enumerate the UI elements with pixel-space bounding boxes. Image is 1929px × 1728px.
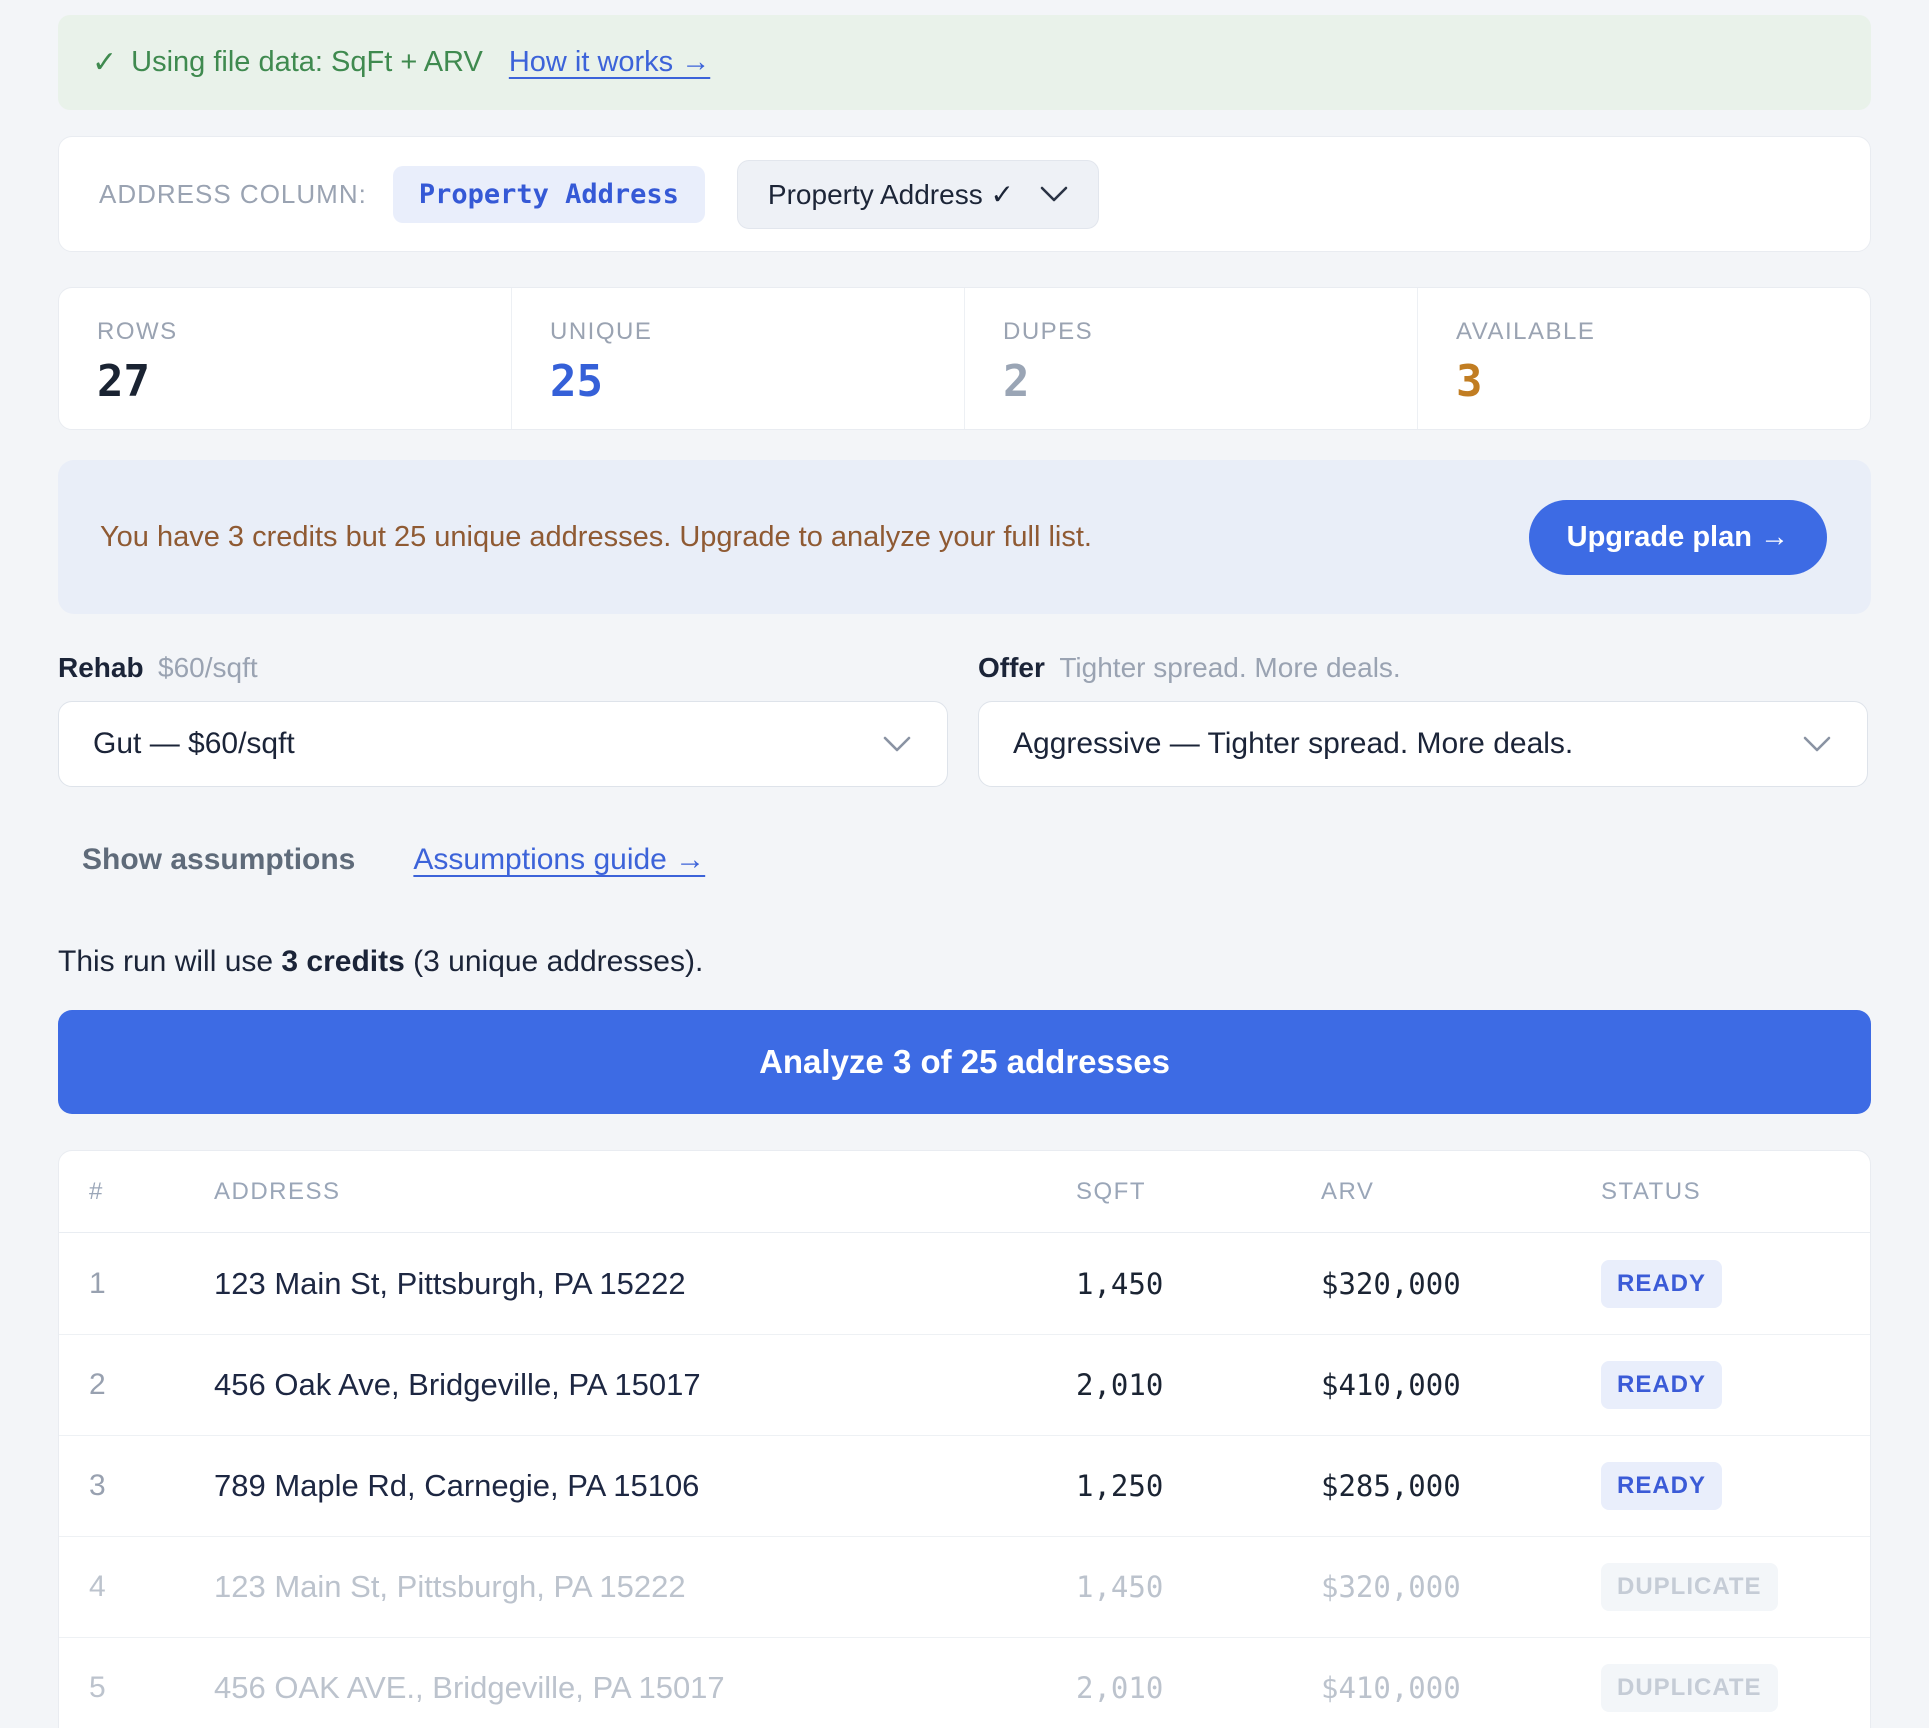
credits-note-bold: 3 credits [281,945,404,978]
chevron-down-icon [883,727,911,761]
row-arv: $320,000 [1321,1267,1601,1301]
page: ✓ Using file data: SqFt + ARV How it wor… [0,0,1929,1728]
stat-unique-label: UNIQUE [550,318,964,346]
table-row: 4 123 Main St, Pittsburgh, PA 15222 1,45… [59,1536,1870,1637]
assumptions-row: Show assumptions Assumptions guide → [82,843,1871,877]
row-arv: $320,000 [1321,1570,1601,1604]
addresses-table: # ADDRESS SQFT ARV STATUS 1 123 Main St,… [58,1150,1871,1728]
selects-row: Gut — $60/sqft Aggressive — Tighter spre… [58,701,1871,787]
upgrade-banner: You have 3 credits but 25 unique address… [58,460,1871,614]
file-data-message: Using file data: SqFt + ARV [131,46,483,79]
offer-label: Offer [978,652,1045,683]
how-it-works-link[interactable]: How it works → [509,46,710,79]
rehab-label: Rehab [58,652,144,683]
row-number: 4 [89,1570,214,1604]
row-arv: $285,000 [1321,1469,1601,1503]
row-address: 456 OAK AVE., Bridgeville, PA 15017 [214,1670,1076,1706]
rehab-select[interactable]: Gut — $60/sqft [58,701,948,787]
row-address: 456 Oak Ave, Bridgeville, PA 15017 [214,1367,1076,1403]
header-address: ADDRESS [214,1178,1076,1206]
assumptions-guide-link[interactable]: Assumptions guide → [413,843,705,877]
status-badge: READY [1601,1260,1722,1308]
offer-select-value: Aggressive — Tighter spread. More deals. [1013,727,1573,761]
chevron-down-icon [1803,727,1831,761]
stat-dupes-label: DUPES [1003,318,1417,346]
table-header: # ADDRESS SQFT ARV STATUS [59,1151,1870,1233]
header-num: # [89,1178,214,1206]
address-column-card: ADDRESS COLUMN: Property Address Propert… [58,136,1871,252]
stat-available-value: 3 [1456,356,1870,407]
row-sqft: 2,010 [1076,1671,1321,1705]
header-arv: ARV [1321,1178,1601,1206]
row-arv: $410,000 [1321,1671,1601,1705]
file-data-banner: ✓ Using file data: SqFt + ARV How it wor… [58,15,1871,110]
stat-rows: ROWS 27 [59,288,511,429]
upgrade-message: You have 3 credits but 25 unique address… [100,521,1092,554]
status-badge: DUPLICATE [1601,1664,1778,1712]
address-column-badge: Property Address [393,166,705,223]
status-badge: READY [1601,1361,1722,1409]
offer-hint: Tighter spread. More deals. [1059,652,1400,683]
stat-available-label: AVAILABLE [1456,318,1870,346]
analyze-button[interactable]: Analyze 3 of 25 addresses [58,1010,1871,1114]
row-number: 1 [89,1267,214,1301]
stats-row: ROWS 27 UNIQUE 25 DUPES 2 AVAILABLE 3 [58,287,1871,430]
row-sqft: 1,250 [1076,1469,1321,1503]
row-sqft: 1,450 [1076,1570,1321,1604]
address-column-select-value: Property Address ✓ [768,178,1014,211]
rehab-label-group: Rehab $60/sqft [58,652,948,684]
row-number: 3 [89,1469,214,1503]
stat-unique-value: 25 [550,356,964,407]
table-row: 3 789 Maple Rd, Carnegie, PA 15106 1,250… [59,1435,1870,1536]
stat-rows-value: 27 [97,356,511,407]
address-column-select[interactable]: Property Address ✓ [737,160,1099,229]
address-column-label: ADDRESS COLUMN: [99,179,367,210]
stat-rows-label: ROWS [97,318,511,346]
header-sqft: SQFT [1076,1178,1321,1206]
offer-label-group: Offer Tighter spread. More deals. [978,652,1868,684]
row-sqft: 1,450 [1076,1267,1321,1301]
credits-note: This run will use 3 credits (3 unique ad… [58,945,1871,979]
table-row: 1 123 Main St, Pittsburgh, PA 15222 1,45… [59,1233,1870,1334]
status-badge: READY [1601,1462,1722,1510]
credits-note-suffix: (3 unique addresses). [405,945,704,978]
show-assumptions-toggle[interactable]: Show assumptions [82,843,355,877]
row-arv: $410,000 [1321,1368,1601,1402]
offer-select[interactable]: Aggressive — Tighter spread. More deals. [978,701,1868,787]
stat-unique: UNIQUE 25 [511,288,964,429]
table-row: 5 456 OAK AVE., Bridgeville, PA 15017 2,… [59,1637,1870,1728]
row-number: 5 [89,1671,214,1705]
row-number: 2 [89,1368,214,1402]
option-labels-row: Rehab $60/sqft Offer Tighter spread. Mor… [58,652,1871,684]
table-row: 2 456 Oak Ave, Bridgeville, PA 15017 2,0… [59,1334,1870,1435]
row-sqft: 2,010 [1076,1368,1321,1402]
stat-available: AVAILABLE 3 [1417,288,1870,429]
row-address: 123 Main St, Pittsburgh, PA 15222 [214,1569,1076,1605]
header-status: STATUS [1601,1178,1870,1206]
rehab-hint: $60/sqft [158,652,258,683]
checkmark-icon: ✓ [92,45,117,80]
chevron-down-icon [1040,178,1068,210]
stat-dupes-value: 2 [1003,356,1417,407]
credits-note-prefix: This run will use [58,945,281,978]
row-address: 123 Main St, Pittsburgh, PA 15222 [214,1266,1076,1302]
stat-dupes: DUPES 2 [964,288,1417,429]
row-address: 789 Maple Rd, Carnegie, PA 15106 [214,1468,1076,1504]
upgrade-plan-button[interactable]: Upgrade plan → [1529,500,1827,575]
rehab-select-value: Gut — $60/sqft [93,727,295,761]
status-badge: DUPLICATE [1601,1563,1778,1611]
